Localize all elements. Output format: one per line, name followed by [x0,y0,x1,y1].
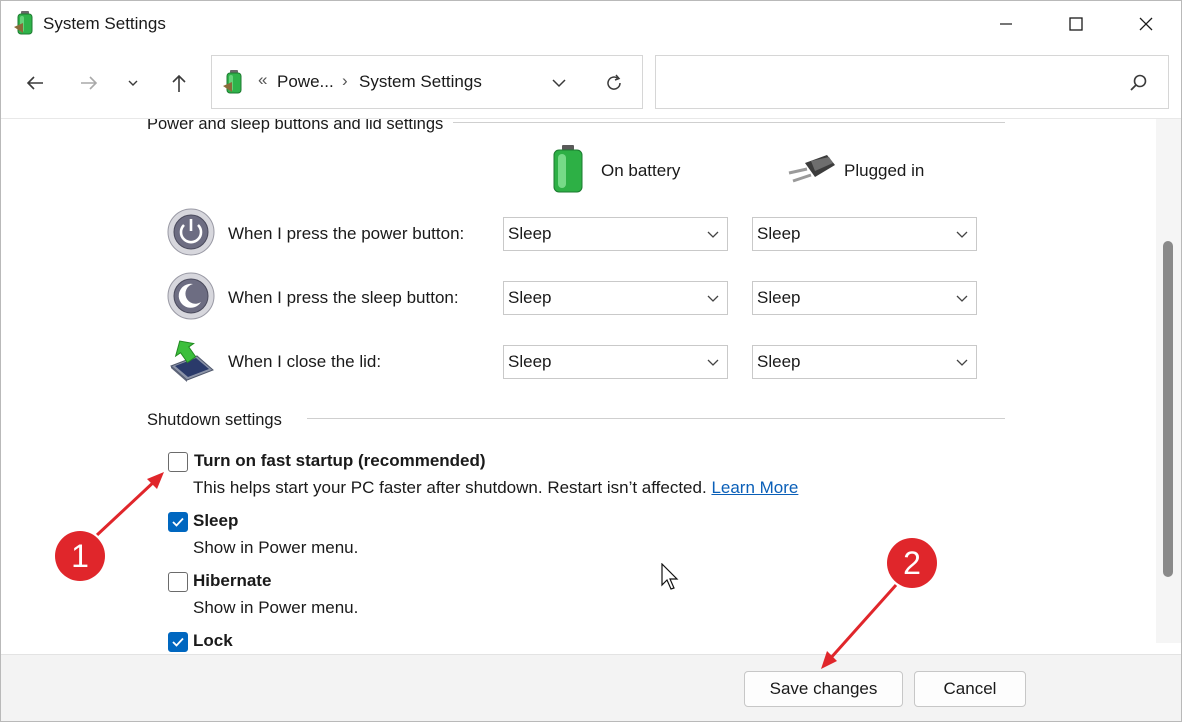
fast-startup-desc-text: This helps start your PC faster after sh… [193,478,707,497]
annotation-marker-1: 1 [55,531,105,581]
on-battery-header: On battery [601,161,681,180]
save-changes-button[interactable]: Save changes [744,671,903,707]
settings-content: Power and sleep buttons and lid settings… [1,119,1156,654]
learn-more-link[interactable]: Learn More [711,478,798,497]
vertical-scrollbar[interactable] [1156,119,1181,643]
checkmark-icon [172,637,184,647]
sleep-checkbox[interactable] [168,512,188,532]
hibernate-checkbox[interactable] [168,572,188,592]
close-lid-plugged-select[interactable]: Sleep [752,345,977,379]
breadcrumb-item[interactable]: Powe... [277,72,334,92]
chevron-down-icon [956,359,968,366]
breadcrumb-overflow[interactable]: « [258,70,267,90]
scrollbar-thumb[interactable] [1163,241,1173,577]
fast-startup-label[interactable]: Turn on fast startup (recommended) [194,451,486,471]
sleep-button-label: When I press the sleep button: [228,288,459,307]
forward-button[interactable] [73,65,105,101]
refresh-button[interactable] [600,69,628,97]
select-value: Sleep [508,352,552,371]
sleep-option-description: Show in Power menu. [193,538,359,557]
search-input[interactable] [655,55,1169,109]
close-lid-label: When I close the lid: [228,352,382,371]
lock-checkbox[interactable] [168,632,188,652]
title-bar: System Settings [1,1,1181,47]
minimize-button[interactable] [971,1,1041,47]
chevron-down-icon [128,80,138,86]
power-section-title: Power and sleep buttons and lid settings [147,119,454,134]
address-dropdown-button[interactable] [546,70,572,96]
hibernate-option-label[interactable]: Hibernate [193,571,271,591]
chevron-down-icon [956,295,968,302]
checkmark-icon [172,517,184,527]
window-title: System Settings [43,14,166,33]
refresh-icon [607,74,621,90]
chevron-down-icon [707,295,719,302]
power-options-icon [223,70,245,94]
chevron-down-icon [707,231,719,238]
section-divider [307,418,1005,419]
close-lid-battery-select[interactable]: Sleep [503,345,728,379]
power-button-icon [167,208,215,256]
select-value: Sleep [757,224,801,243]
arrow-right-icon [81,76,98,90]
search-icon [1128,72,1150,94]
sleep-button-plugged-select[interactable]: Sleep [752,281,977,315]
hibernate-option-description: Show in Power menu. [193,598,359,617]
breadcrumb-separator[interactable]: › [342,71,348,91]
navigation-bar: « Powe... › System Settings [1,47,1181,119]
chevron-down-icon [956,231,968,238]
select-value: Sleep [508,288,552,307]
address-bar[interactable]: « Powe... › System Settings [211,55,643,109]
mouse-cursor-icon [661,562,681,591]
arrow-up-icon [172,74,186,92]
chevron-down-icon [707,359,719,366]
close-icon [1139,17,1153,31]
sleep-button-battery-select[interactable]: Sleep [503,281,728,315]
power-button-label: When I press the power button: [228,224,465,243]
fast-startup-description: This helps start your PC faster after sh… [193,478,798,498]
breadcrumb-item-current[interactable]: System Settings [359,72,482,92]
up-button[interactable] [163,65,195,101]
chevron-down-icon [552,79,566,88]
battery-app-icon [14,11,36,35]
arrow-left-icon [26,76,43,90]
sleep-option-label[interactable]: Sleep [193,511,238,531]
sleep-button-icon [167,272,215,320]
power-plug-icon [785,153,837,187]
system-settings-window: System Settings « Powe... › System Setti… [0,0,1182,722]
dialog-footer: Save changes Cancel [1,654,1181,721]
select-value: Sleep [508,224,552,243]
cancel-button[interactable]: Cancel [914,671,1026,707]
maximize-icon [1069,17,1083,31]
annotation-marker-2: 2 [887,538,937,588]
minimize-icon [1000,23,1012,25]
lock-option-label[interactable]: Lock [193,631,233,651]
shutdown-section-title: Shutdown settings [147,411,292,430]
back-button[interactable] [19,65,51,101]
laptop-lid-icon [167,336,215,384]
select-value: Sleep [757,288,801,307]
select-value: Sleep [757,352,801,371]
battery-icon [551,145,585,193]
power-button-plugged-select[interactable]: Sleep [752,217,977,251]
power-button-battery-select[interactable]: Sleep [503,217,728,251]
maximize-button[interactable] [1041,1,1111,47]
recent-locations-button[interactable] [117,65,149,101]
plugged-in-header: Plugged in [844,161,925,180]
close-button[interactable] [1111,1,1181,47]
fast-startup-checkbox[interactable] [168,452,188,472]
